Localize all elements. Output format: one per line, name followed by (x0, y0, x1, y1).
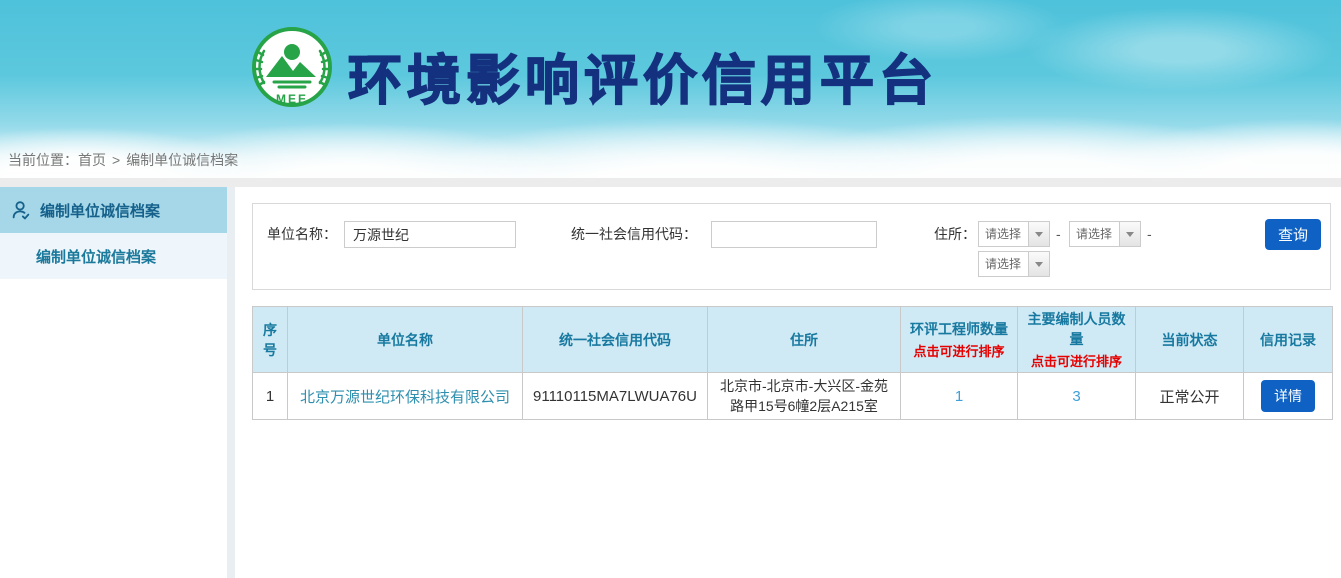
district-select[interactable]: 请选择 (978, 251, 1050, 277)
chevron-down-icon (1119, 222, 1140, 246)
district-select-value: 请选择 (979, 252, 1028, 276)
results-table: 序号 单位名称 统一社会信用代码 住所 环评工程师数量 点击可进行排序 主要编制… (252, 306, 1333, 420)
table-row: 1 北京万源世纪环保科技有限公司 91110115MA7LWUA76U 北京市-… (253, 373, 1333, 420)
credit-code-label: 统一社会信用代码： (571, 221, 697, 248)
col-header-status: 当前状态 (1136, 307, 1244, 373)
sort-hint: 点击可进行排序 (905, 341, 1013, 360)
query-button[interactable]: 查询 (1265, 219, 1321, 250)
credit-code-input[interactable] (711, 221, 877, 248)
col-header-address: 住所 (708, 307, 901, 373)
address-value: 北京市-北京市-大兴区-金苑路甲15号6幢2层A215室 (708, 373, 901, 420)
sidebar-item-credit-archive[interactable]: 编制单位诚信档案 (0, 233, 227, 279)
unit-name-label: 单位名称： (267, 221, 337, 248)
credit-code-value: 91110115MA7LWUA76U (523, 373, 708, 420)
address-dash: - (1147, 221, 1152, 248)
col-header-credit-record: 信用记录 (1244, 307, 1333, 373)
svg-text:MEE: MEE (276, 92, 308, 106)
status-value: 正常公开 (1136, 373, 1244, 420)
province-select[interactable]: 请选择 (978, 221, 1050, 247)
city-select-value: 请选择 (1070, 222, 1119, 246)
site-header: MEE 环境影响评价信用平台 当前位置：首页 > 编制单位诚信档案 (0, 0, 1341, 178)
province-select-value: 请选择 (979, 222, 1028, 246)
mee-logo-icon: MEE (248, 25, 336, 113)
breadcrumb-current: 编制单位诚信档案 (126, 152, 238, 168)
page-title: 环境影响评价信用平台 (348, 36, 938, 115)
address-dash: - (1056, 221, 1061, 248)
sidebar-section-label: 编制单位诚信档案 (40, 200, 160, 221)
row-index: 1 (253, 373, 288, 420)
main-area: 编制单位诚信档案 编制单位诚信档案 单位名称： 统一社会信用代码： 住所： 请选… (0, 187, 1341, 578)
col-header-index: 序号 (253, 307, 288, 373)
detail-button[interactable]: 详情 (1261, 380, 1315, 412)
staff-count-link[interactable]: 3 (1072, 388, 1080, 405)
sidebar: 编制单位诚信档案 编制单位诚信档案 (0, 187, 227, 578)
city-select[interactable]: 请选择 (1069, 221, 1141, 247)
breadcrumb-home-link[interactable]: 首页 (78, 152, 106, 168)
search-panel: 单位名称： 统一社会信用代码： 住所： 请选择 - 请选择 - 请选择 (252, 203, 1331, 290)
unit-name-link[interactable]: 北京万源世纪环保科技有限公司 (300, 389, 510, 406)
breadcrumb-prefix: 当前位置： (8, 152, 78, 168)
header-divider (0, 178, 1341, 187)
user-check-icon (10, 199, 32, 221)
sort-hint: 点击可进行排序 (1022, 351, 1131, 370)
breadcrumb-separator: > (112, 152, 120, 168)
breadcrumb: 当前位置：首页 > 编制单位诚信档案 (8, 150, 238, 170)
col-header-credit-code: 统一社会信用代码 (523, 307, 708, 373)
sidebar-item-label: 编制单位诚信档案 (36, 246, 156, 267)
address-label: 住所： (934, 221, 976, 248)
content-area: 单位名称： 统一社会信用代码： 住所： 请选择 - 请选择 - 请选择 (235, 187, 1341, 578)
chevron-down-icon (1028, 222, 1049, 246)
chevron-down-icon (1028, 252, 1049, 276)
col-header-staff-count-sort[interactable]: 主要编制人员数量 点击可进行排序 (1018, 307, 1136, 373)
table-header-row: 序号 单位名称 统一社会信用代码 住所 环评工程师数量 点击可进行排序 主要编制… (253, 307, 1333, 373)
col-header-engineer-count-sort[interactable]: 环评工程师数量 点击可进行排序 (901, 307, 1018, 373)
sidebar-section-credit-archive[interactable]: 编制单位诚信档案 (0, 187, 227, 233)
col-header-unit-name: 单位名称 (288, 307, 523, 373)
engineer-count-link[interactable]: 1 (955, 388, 963, 405)
sidebar-content-divider (227, 187, 235, 578)
unit-name-input[interactable] (344, 221, 516, 248)
